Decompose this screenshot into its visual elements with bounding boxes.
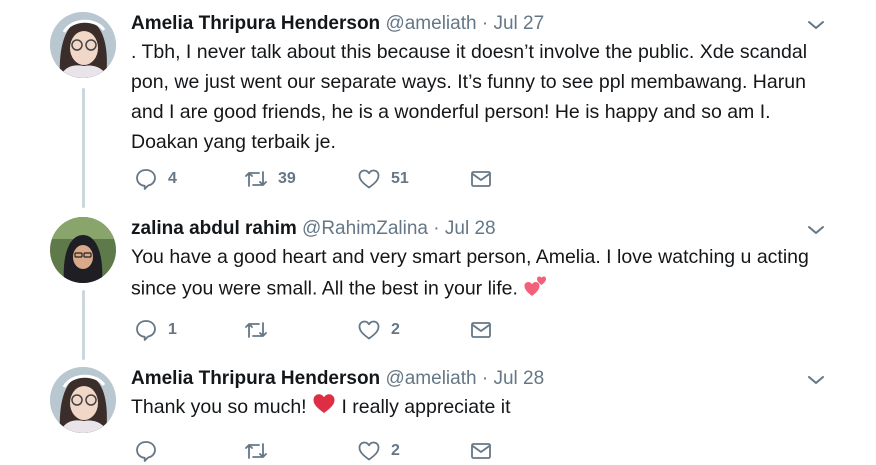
tweet-text: Thank you so much! I really appreciate i…: [131, 392, 821, 423]
tweet-date[interactable]: Jul 27: [493, 13, 544, 34]
dm-button[interactable]: [469, 318, 493, 342]
two-hearts-emoji: [523, 272, 549, 307]
display-name[interactable]: Amelia Thripura Henderson: [131, 368, 380, 389]
envelope-icon: [471, 171, 491, 187]
avatar[interactable]: [50, 217, 116, 283]
user-handle[interactable]: @ameliath: [385, 368, 476, 389]
reply-button[interactable]: 4: [134, 167, 177, 191]
reply-button[interactable]: [134, 439, 168, 463]
heart-icon: [358, 320, 380, 340]
tweet-text-content: I really appreciate it: [341, 396, 511, 418]
tweet[interactable]: Amelia Thripura Henderson @ameliath · Ju…: [0, 367, 876, 465]
retweet-icon: [245, 443, 267, 459]
like-count: 51: [391, 170, 409, 187]
tweet-text-content: Thank you so much!: [131, 396, 307, 418]
reply-icon: [136, 320, 156, 341]
envelope-icon: [471, 443, 491, 459]
chevron-down-icon[interactable]: [806, 373, 826, 387]
tweet-text-content: You have a good heart and very smart per…: [131, 246, 809, 300]
retweet-button[interactable]: 39: [244, 167, 296, 191]
envelope-icon: [471, 322, 491, 338]
tweet-header: zalina abdul rahim @RahimZalina · Jul 28: [131, 217, 496, 241]
reply-button[interactable]: 1: [134, 318, 177, 342]
avatar[interactable]: [50, 12, 116, 78]
reply-icon: [136, 441, 156, 462]
heart-icon: [358, 169, 380, 189]
reply-count: 4: [168, 170, 177, 187]
tweet-text: You have a good heart and very smart per…: [131, 242, 821, 307]
retweet-icon: [245, 322, 267, 338]
separator-dot: ·: [481, 13, 489, 34]
reply-count: 1: [168, 321, 177, 338]
retweet-count: 39: [278, 170, 296, 187]
avatar[interactable]: [50, 367, 116, 433]
like-button[interactable]: 51: [357, 167, 409, 191]
chevron-down-icon[interactable]: [806, 223, 826, 237]
display-name[interactable]: Amelia Thripura Henderson: [131, 13, 380, 34]
dm-button[interactable]: [469, 167, 493, 191]
chevron-down-icon[interactable]: [806, 18, 826, 32]
user-handle[interactable]: @RahimZalina: [302, 218, 428, 239]
separator-dot: ·: [481, 368, 489, 389]
tweet-text: . Tbh, I never talk about this because i…: [131, 41, 808, 153]
like-count: 2: [391, 442, 400, 459]
display-name[interactable]: zalina abdul rahim: [131, 218, 297, 239]
like-button[interactable]: 2: [357, 439, 400, 463]
reply-icon: [136, 169, 156, 190]
tweet-header: Amelia Thripura Henderson @ameliath · Ju…: [131, 367, 544, 391]
separator-dot: ·: [433, 218, 440, 239]
red-heart-emoji: [312, 392, 336, 423]
tweet[interactable]: Amelia Thripura Henderson @ameliath · Ju…: [0, 12, 876, 202]
tweet-date[interactable]: Jul 28: [445, 218, 496, 239]
heart-icon: [358, 441, 380, 461]
tweet-header: Amelia Thripura Henderson @ameliath · Ju…: [131, 12, 544, 36]
like-count: 2: [391, 321, 400, 338]
tweet[interactable]: zalina abdul rahim @RahimZalina · Jul 28…: [0, 217, 876, 347]
retweet-button[interactable]: [244, 318, 278, 342]
like-button[interactable]: 2: [357, 318, 400, 342]
tweet-date[interactable]: Jul 28: [493, 368, 544, 389]
user-handle[interactable]: @ameliath: [385, 13, 476, 34]
retweet-icon: [245, 171, 267, 187]
retweet-button[interactable]: [244, 439, 278, 463]
dm-button[interactable]: [469, 439, 493, 463]
